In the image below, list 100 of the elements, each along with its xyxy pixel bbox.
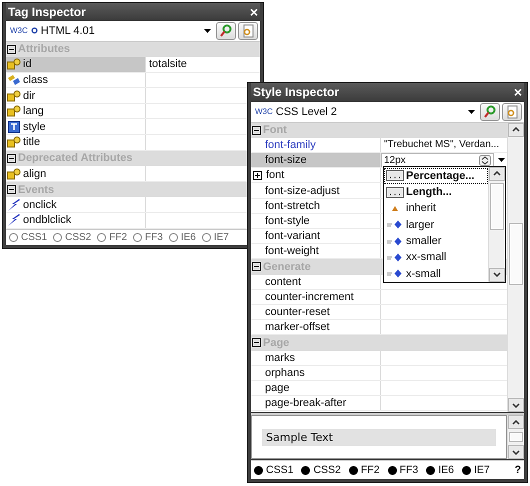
attribute-name: class: [23, 74, 48, 86]
key-icon: [7, 105, 21, 118]
radio-button[interactable]: [202, 232, 211, 242]
radio-button[interactable]: [388, 466, 397, 475]
toolbar-button[interactable]: [480, 102, 500, 121]
scroll-down-button[interactable]: [508, 398, 524, 412]
diamond-icon: [386, 268, 404, 280]
dropdown-arrow-icon[interactable]: [468, 110, 475, 114]
radio-button[interactable]: [133, 232, 142, 242]
toolbar-button[interactable]: [216, 22, 236, 40]
browser-label: FF3: [145, 232, 163, 243]
property-row[interactable]: marks: [251, 350, 381, 365]
radio-button[interactable]: [426, 466, 436, 475]
property-name: font: [266, 169, 284, 182]
value-field[interactable]: 12px: [381, 153, 494, 168]
scroll-down-button[interactable]: [489, 268, 505, 282]
chevron-down-icon: [493, 272, 501, 278]
radio-button[interactable]: [9, 232, 18, 242]
property-row[interactable]: font-family: [251, 138, 381, 152]
dropdown-arrow-icon[interactable]: [204, 28, 211, 33]
circle-icon: [30, 27, 38, 34]
expand-icon[interactable]: [253, 170, 262, 180]
close-button[interactable]: ×: [250, 5, 258, 20]
attribute-row[interactable]: title: [6, 135, 146, 150]
radio-button[interactable]: [168, 232, 178, 242]
attribute-row[interactable]: lang: [6, 104, 146, 118]
attribute-name: onclick: [23, 198, 57, 211]
property-name: font-weight: [264, 245, 319, 258]
scrollbar[interactable]: [488, 166, 505, 282]
tool-icon: [7, 74, 21, 86]
diamond-icon: [386, 219, 404, 230]
attribute-row[interactable]: class: [6, 72, 146, 88]
property-row[interactable]: font-size: [251, 153, 381, 168]
property-name: counter-reset: [264, 306, 330, 318]
property-name: marker-offset: [264, 321, 330, 334]
property-row[interactable]: font: [251, 168, 381, 182]
scroll-up-button[interactable]: [489, 166, 505, 181]
property-name: page-break-after: [264, 397, 346, 410]
key-icon: [7, 136, 21, 148]
property-name: font-size-adjust: [264, 184, 340, 197]
key-icon: [7, 58, 21, 70]
scrollbar[interactable]: [507, 415, 524, 460]
close-button[interactable]: ×: [514, 85, 522, 100]
property-name: page: [264, 382, 290, 394]
property-name: font-size: [264, 154, 307, 166]
property-row[interactable]: content: [251, 274, 381, 289]
attribute-name: title: [23, 136, 40, 148]
attribute-row[interactable]: ondblclick: [6, 213, 146, 228]
scroll-thumb[interactable]: [509, 432, 523, 442]
menu-item[interactable]: Percentage...: [384, 168, 488, 184]
diamond-icon: [386, 236, 404, 247]
property-name: font-family: [264, 138, 316, 151]
property-row[interactable]: font-variant: [251, 229, 381, 244]
property-row[interactable]: page-break-after: [251, 396, 381, 410]
property-row[interactable]: counter-increment: [251, 290, 381, 304]
scroll-down-button[interactable]: [508, 445, 524, 460]
property-row[interactable]: orphans: [251, 366, 381, 380]
dropdown-arrow-icon[interactable]: [498, 158, 505, 162]
browser-label: FF2: [109, 232, 128, 243]
chevron-down-icon: [512, 450, 520, 455]
property-name: counter-increment: [264, 290, 354, 303]
property-value[interactable]: "Trebuchet MS", Verdan...: [384, 139, 500, 150]
radio-button[interactable]: [97, 232, 106, 242]
scroll-thumb[interactable]: [509, 222, 523, 285]
attribute-row[interactable]: onclick: [6, 197, 146, 212]
menu-item[interactable]: Length...: [384, 184, 488, 200]
radio-button[interactable]: [348, 466, 358, 475]
attribute-row[interactable]: align: [6, 166, 146, 181]
property-name: font-stretch: [264, 200, 320, 212]
help-button[interactable]: ?: [514, 464, 521, 476]
scroll-thumb[interactable]: [490, 182, 504, 230]
scroll-up-button[interactable]: [508, 122, 524, 137]
scroll-up-button[interactable]: [508, 415, 524, 430]
property-row[interactable]: font-stretch: [251, 198, 381, 213]
radio-button[interactable]: [462, 466, 471, 475]
attribute-row[interactable]: dir: [6, 88, 146, 103]
property-row[interactable]: font-style: [251, 214, 381, 228]
attribute-row[interactable]: id: [6, 57, 146, 72]
radio-button[interactable]: [254, 466, 263, 475]
property-row[interactable]: font-weight: [251, 244, 381, 258]
chevron-up-icon: [493, 171, 501, 176]
browser-label: IE6: [180, 232, 196, 243]
ellipsis-box-icon: [386, 186, 404, 198]
attribute-name: lang: [23, 105, 44, 118]
attribute-row[interactable]: style: [6, 119, 146, 134]
property-row[interactable]: page: [251, 380, 381, 396]
menu-item[interactable]: smaller: [384, 232, 488, 250]
menu-item[interactable]: inherit: [384, 200, 488, 217]
menu-item[interactable]: larger: [384, 216, 488, 233]
property-name: font-style: [264, 214, 310, 227]
property-row[interactable]: font-size-adjust: [251, 183, 381, 198]
window-title: Tag Inspector: [8, 5, 86, 20]
attribute-name: style: [23, 120, 46, 133]
property-row[interactable]: counter-reset: [251, 304, 381, 320]
scrollbar[interactable]: [507, 122, 524, 412]
property-row[interactable]: marker-offset: [251, 320, 381, 334]
radio-button[interactable]: [53, 232, 62, 242]
radio-button[interactable]: [301, 466, 310, 475]
attribute-value[interactable]: totalsite: [149, 58, 187, 70]
toolbar-button[interactable]: [238, 22, 258, 40]
